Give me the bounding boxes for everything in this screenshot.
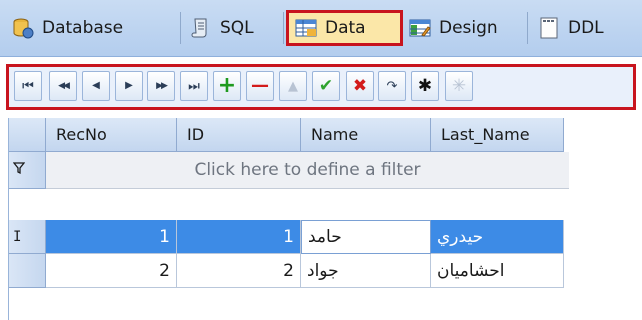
column-header-label: Name: [311, 125, 359, 144]
tab-label: Design: [439, 18, 498, 38]
goto-bookmark-button[interactable]: ✳: [445, 71, 473, 101]
column-header-name[interactable]: Name: [301, 118, 431, 152]
table-cell-id[interactable]: 1: [177, 220, 301, 254]
table-cell-name[interactable]: جواد: [301, 254, 431, 288]
goto-bookmark-icon: ✳: [451, 75, 467, 96]
table-cell-recno[interactable]: 1: [46, 220, 177, 254]
current-row-marker: I: [13, 228, 22, 245]
next-page-icon: ▶▶: [156, 80, 168, 91]
cell-value: احشامیان: [437, 260, 505, 281]
first-record-icon: ⏮: [22, 78, 34, 94]
insert-record-button[interactable]: +: [213, 71, 241, 101]
insert-record-icon: +: [217, 73, 237, 98]
sql-scroll-icon: [190, 17, 212, 39]
cancel-edit-button[interactable]: ✖: [346, 71, 374, 101]
tab-label: SQL: [220, 18, 254, 38]
last-record-button[interactable]: ⏭: [180, 71, 208, 101]
design-table-icon: [409, 17, 431, 39]
prior-page-icon: ◀◀: [58, 80, 70, 91]
filter-row-indicator[interactable]: [9, 152, 46, 189]
tab-divider: [527, 12, 528, 44]
cell-value: حامد: [308, 227, 342, 247]
data-grid-icon: [295, 17, 317, 39]
row-indicator[interactable]: [9, 254, 46, 288]
edit-record-button[interactable]: ▲: [279, 71, 307, 101]
column-header-label: RecNo: [56, 125, 107, 144]
tab-database[interactable]: Database: [6, 13, 178, 43]
data-navigator-toolbar: ⏮ ◀◀ ◀ ▶ ▶▶ ⏭ + — ▲ ✔ ✖ ↷ ✱ ✳: [6, 64, 636, 110]
database-icon: [12, 17, 34, 39]
cancel-edit-icon: ✖: [352, 75, 368, 96]
next-record-button[interactable]: ▶: [115, 71, 143, 101]
edit-record-icon: ▲: [288, 78, 298, 94]
table-cell-name-editor[interactable]: حامد: [301, 220, 431, 254]
filter-funnel-icon: [12, 161, 26, 179]
cell-value: جواد: [307, 260, 339, 281]
data-grid: RecNo ID Name Last_Name Click here to de…: [8, 118, 569, 320]
next-page-button[interactable]: ▶▶: [147, 71, 175, 101]
tab-label: Database: [42, 18, 124, 38]
column-header-recno[interactable]: RecNo: [46, 118, 177, 152]
table-cell-id[interactable]: 2: [177, 254, 301, 288]
refresh-icon: ↷: [386, 78, 398, 94]
tab-bar: Database SQL Data Design DDL: [0, 0, 642, 57]
first-record-button[interactable]: ⏮: [14, 71, 42, 101]
table-cell-last-name[interactable]: احشامیان: [431, 254, 564, 288]
column-header-last-name[interactable]: Last_Name: [431, 118, 564, 152]
tab-divider: [180, 12, 181, 44]
prior-record-icon: ◀: [92, 80, 100, 91]
post-edit-button[interactable]: ✔: [312, 71, 340, 101]
column-header-label: ID: [187, 125, 205, 144]
cell-value: 2: [283, 260, 294, 281]
column-header-label: Last_Name: [441, 125, 530, 144]
cell-value: 2: [159, 260, 170, 281]
prior-record-button[interactable]: ◀: [82, 71, 110, 101]
table-cell-recno[interactable]: 2: [46, 254, 177, 288]
delete-record-icon: —: [251, 75, 269, 96]
tab-sql[interactable]: SQL: [184, 13, 280, 43]
tab-label: Data: [325, 18, 366, 38]
last-record-icon: ⏭: [188, 78, 200, 94]
tab-label: DDL: [568, 18, 604, 38]
cell-value: 1: [283, 226, 294, 247]
prior-page-button[interactable]: ◀◀: [49, 71, 77, 101]
bookmark-button[interactable]: ✱: [411, 71, 439, 101]
tab-ddl[interactable]: DDL: [532, 13, 638, 43]
cell-value: 1: [159, 226, 170, 247]
filter-prompt: Click here to define a filter: [194, 160, 421, 180]
row-indicator[interactable]: I: [9, 220, 46, 254]
ddl-document-icon: [538, 17, 560, 39]
refresh-button[interactable]: ↷: [378, 71, 406, 101]
tab-design[interactable]: Design: [403, 13, 523, 43]
grid-corner-header: [9, 118, 46, 152]
tab-data[interactable]: Data: [286, 10, 403, 46]
cell-value: حيدري: [437, 226, 484, 247]
table-cell-last-name[interactable]: حيدري: [431, 220, 564, 254]
delete-record-button[interactable]: —: [246, 71, 274, 101]
tab-divider: [283, 12, 284, 44]
post-edit-icon: ✔: [318, 75, 334, 96]
next-record-icon: ▶: [125, 80, 133, 91]
filter-row[interactable]: Click here to define a filter: [46, 152, 569, 189]
column-header-id[interactable]: ID: [177, 118, 301, 152]
bookmark-icon: ✱: [417, 75, 433, 96]
